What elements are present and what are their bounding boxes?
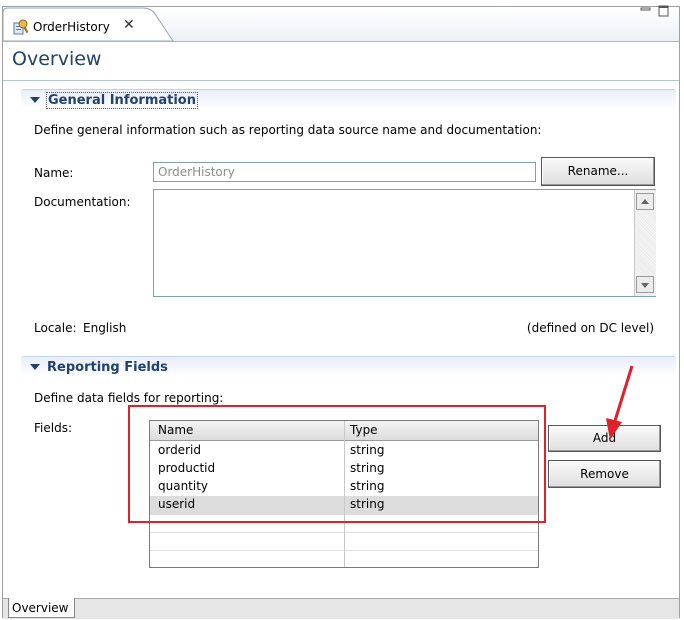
scroll-down-icon[interactable] [636,276,654,293]
divider [3,80,679,81]
close-icon[interactable]: ✕ [123,17,135,33]
maximize-icon[interactable] [658,5,670,17]
documentation-label: Documentation: [34,195,131,209]
reporting-fields-description: Define data fields for reporting: [34,391,224,405]
highlight-box [128,405,546,523]
red-arrow-icon [606,365,634,440]
page-title: Overview [12,48,102,70]
locale-note: (defined on DC level) [526,321,654,335]
bottom-tab-bar [3,598,679,619]
scroll-up-icon[interactable] [636,193,654,210]
section-expanded-icon[interactable] [30,364,40,370]
name-label: Name: [34,166,74,180]
general-information-title[interactable]: General Information [46,92,198,109]
minimize-icon[interactable] [640,4,652,16]
general-information-description: Define general information such as repor… [34,123,542,137]
tab-label: OrderHistory [33,20,110,34]
report-datasource-icon [12,18,30,36]
fields-label: Fields: [34,421,72,435]
section-expanded-icon[interactable] [30,97,40,103]
reporting-fields-title[interactable]: Reporting Fields [47,360,168,375]
editor-tab-orderhistory[interactable]: OrderHistory ✕ [3,7,175,41]
locale-label: Locale: [34,321,77,335]
rename-button[interactable]: Rename... [541,157,655,186]
remove-button[interactable]: Remove [548,460,661,488]
locale-value: English [83,321,127,335]
documentation-scrollbar[interactable] [634,190,656,296]
name-field[interactable] [153,162,536,182]
tab-overview-label: Overview [12,601,69,615]
documentation-textarea[interactable] [153,189,656,297]
